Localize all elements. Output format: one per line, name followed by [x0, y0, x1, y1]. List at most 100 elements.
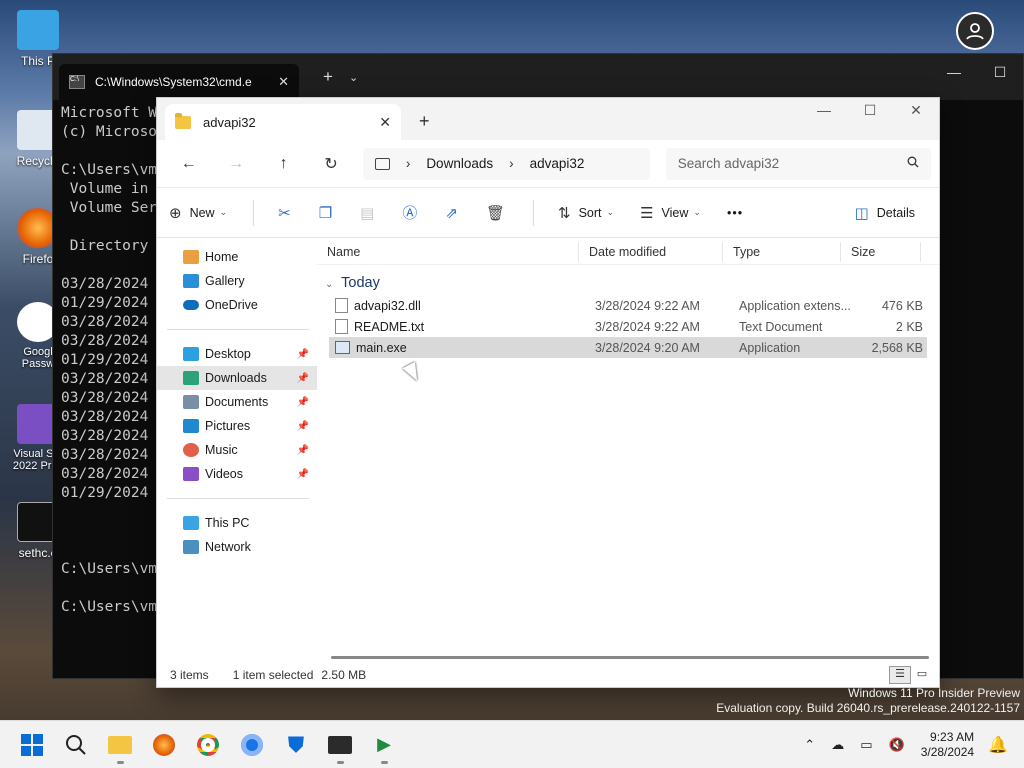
sidebar-item-videos[interactable]: Videos 📌	[157, 462, 317, 486]
file-explorer-window[interactable]: advapi32 ✕ + — ☐ ✕ ← → ↑ ↻ › Downloads ›…	[156, 97, 940, 688]
divider	[533, 199, 534, 226]
sidebar-item-downloads[interactable]: Downloads 📌	[157, 366, 317, 390]
file-date: 3/28/2024 9:20 AM	[595, 340, 700, 355]
selection-count: 1 item selected	[232, 668, 314, 682]
file-list[interactable]: Name Date modified Type Size ⌄ Today adv…	[317, 239, 939, 665]
close-tab-icon[interactable]: ✕	[278, 74, 289, 90]
copy-icon[interactable]: ❐	[319, 204, 332, 222]
minimize-button[interactable]: —	[931, 64, 977, 81]
pin-icon[interactable]: 📌	[297, 397, 309, 408]
address-bar[interactable]: › Downloads › advapi32	[362, 147, 650, 180]
chevron-down-icon[interactable]: ⌄	[349, 71, 358, 84]
cloud-offline-icon[interactable]: ☁	[831, 737, 844, 753]
text-file-icon	[335, 319, 348, 334]
this-pc-icon	[374, 157, 390, 170]
sidebar-item-music[interactable]: Music 📌	[157, 438, 317, 462]
taskbar-file-explorer[interactable]	[98, 725, 142, 765]
sidebar-item-label: Videos	[205, 467, 243, 481]
sidebar-item-home[interactable]: Home	[157, 245, 317, 269]
chevron-right-icon[interactable]: ›	[406, 156, 411, 171]
maximize-button[interactable]: ☐	[847, 102, 893, 119]
chevron-right-icon[interactable]: ›	[509, 156, 514, 171]
sidebar-item-label: Gallery	[205, 274, 245, 288]
column-header-size[interactable]: Size	[841, 241, 921, 262]
taskbar-windows-security[interactable]: ⛊	[274, 725, 318, 765]
dll-file-icon	[335, 298, 348, 313]
sidebar-item-onedrive[interactable]: OneDrive	[157, 293, 317, 317]
breadcrumb-downloads[interactable]: Downloads	[426, 156, 493, 171]
clock[interactable]: 9:23 AM 3/28/2024	[921, 730, 974, 760]
explorer-tabbar[interactable]: advapi32 ✕ + — ☐ ✕	[157, 98, 939, 140]
clock-date: 3/28/2024	[920, 744, 975, 759]
view-button[interactable]: ☰ View ⌄	[640, 204, 701, 222]
pin-icon[interactable]: 📌	[297, 349, 309, 360]
back-arrow-icon[interactable]: ←	[165, 155, 212, 173]
taskbar-chrome-beta[interactable]	[230, 725, 274, 765]
details-view-icon[interactable]: ☰	[889, 666, 911, 684]
more-options-button[interactable]: •••	[727, 206, 743, 220]
video-icon	[183, 467, 199, 481]
pin-icon[interactable]: 📌	[297, 445, 309, 456]
sidebar-item-this-pc[interactable]: This PC	[157, 511, 317, 535]
column-header-type[interactable]: Type	[723, 241, 841, 262]
navigation-bar: ← → ↑ ↻ › Downloads › advapi32 Search ad…	[157, 140, 939, 188]
sidebar-item-label: This PC	[205, 516, 250, 530]
refresh-icon[interactable]: ↻	[307, 154, 354, 174]
new-tab-button[interactable]: +	[323, 67, 333, 87]
column-header-name[interactable]: Name	[317, 241, 579, 262]
file-type: Text Document	[739, 319, 823, 334]
chevron-down-icon: ⌄	[325, 279, 334, 290]
chrome-icon	[197, 733, 219, 756]
taskbar-terminal[interactable]	[318, 725, 362, 765]
up-arrow-icon[interactable]: ↑	[260, 155, 307, 173]
forward-arrow-icon[interactable]: →	[212, 155, 259, 173]
rename-icon[interactable]: Ⓐ	[402, 202, 417, 223]
folder-icon	[175, 112, 191, 129]
new-button[interactable]: ⊕ New ⌄	[169, 204, 227, 222]
close-button[interactable]: ✕	[893, 102, 939, 119]
file-row-selected[interactable]: main.exe 3/28/2024 9:20 AM Application 2…	[329, 337, 927, 358]
group-header-today[interactable]: ⌄ Today	[317, 265, 939, 295]
taskbar-chrome[interactable]	[186, 725, 230, 765]
sidebar-item-desktop[interactable]: Desktop 📌	[157, 342, 317, 366]
file-type: Application extens...	[739, 298, 851, 313]
file-row[interactable]: advapi32.dll 3/28/2024 9:22 AM Applicati…	[329, 295, 927, 316]
cut-icon[interactable]: ✂	[278, 204, 291, 222]
column-header-date-modified[interactable]: Date modified	[579, 241, 723, 262]
start-button[interactable]	[10, 725, 54, 765]
pin-icon[interactable]: 📌	[297, 469, 309, 480]
network-icon[interactable]: ▭	[860, 737, 872, 753]
close-tab-icon[interactable]: ✕	[379, 114, 391, 131]
taskbar-dev-app[interactable]: ▶	[362, 725, 406, 765]
tiles-view-icon[interactable]: ▭	[911, 666, 933, 684]
details-button[interactable]: ◫ Details	[855, 204, 915, 222]
file-row[interactable]: README.txt 3/28/2024 9:22 AM Text Docume…	[329, 316, 927, 337]
sidebar-item-network[interactable]: Network	[157, 535, 317, 559]
taskbar-firefox[interactable]	[142, 725, 186, 765]
search-button[interactable]	[54, 725, 98, 765]
delete-icon[interactable]: 🗑	[486, 204, 505, 222]
chevron-up-icon[interactable]: ⌃	[804, 737, 815, 753]
sidebar-item-pictures[interactable]: Pictures 📌	[157, 414, 317, 438]
explorer-tab[interactable]: advapi32 ✕	[165, 104, 401, 140]
sidebar-item-gallery[interactable]: Gallery	[157, 269, 317, 293]
user-account-icon[interactable]	[956, 12, 994, 50]
view-icon: ☰	[640, 204, 654, 222]
breadcrumb-advapi32[interactable]: advapi32	[530, 156, 585, 171]
new-tab-button[interactable]: +	[419, 111, 430, 132]
sidebar-item-documents[interactable]: Documents 📌	[157, 390, 317, 414]
volume-muted-icon[interactable]: 🔇	[889, 737, 905, 753]
minimize-button[interactable]: —	[801, 102, 847, 119]
search-input[interactable]: Search advapi32	[665, 147, 931, 180]
sort-button[interactable]: ⇅ Sort ⌄	[558, 204, 614, 222]
share-icon[interactable]: ⇗	[445, 204, 458, 222]
cmd-titlebar[interactable]: C:\ C:\Windows\System32\cmd.e ✕ + ⌄ — ☐	[53, 54, 1023, 100]
cmd-tab[interactable]: C:\ C:\Windows\System32\cmd.e ✕	[59, 64, 299, 100]
paste-icon[interactable]: ▤	[360, 204, 374, 222]
folder-icon	[108, 735, 132, 754]
pin-icon[interactable]: 📌	[297, 373, 309, 384]
notification-bell-icon[interactable]: 🔔	[988, 735, 1008, 755]
maximize-button[interactable]: ☐	[977, 64, 1023, 81]
horizontal-scrollbar[interactable]	[331, 656, 929, 659]
pin-icon[interactable]: 📌	[297, 421, 309, 432]
